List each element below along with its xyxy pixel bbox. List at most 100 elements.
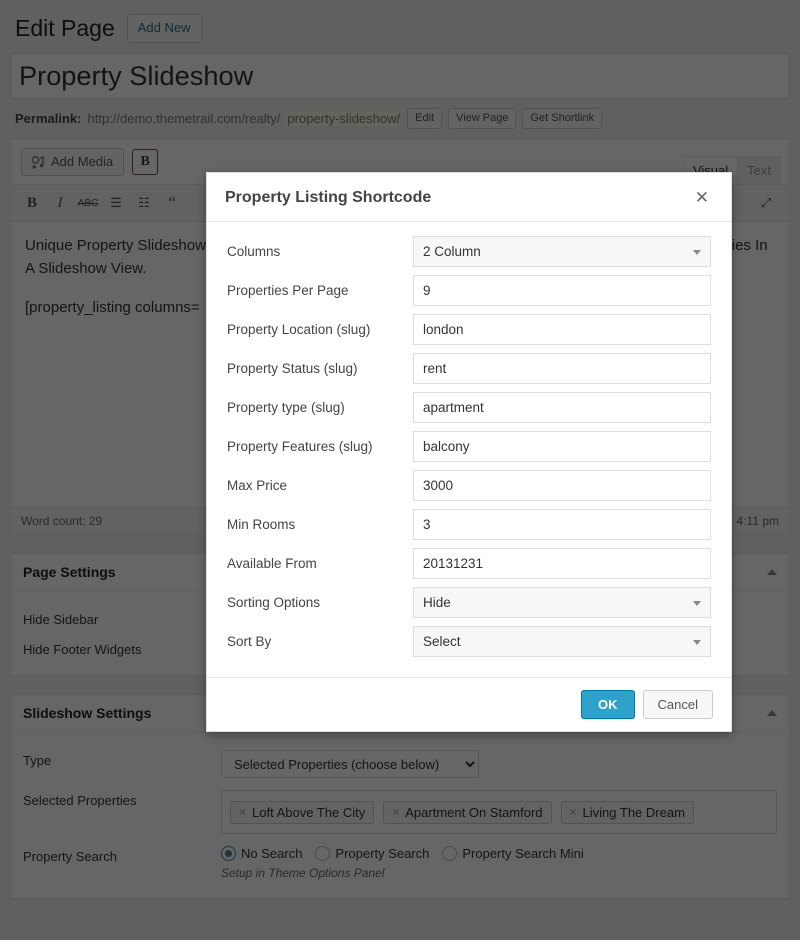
sort-by-label: Sort By [227,634,272,649]
slideshow-settings-body: Type Selected Properties (choose below) … [11,732,789,898]
sort-by-select[interactable]: Select [413,626,711,657]
radio-label: Property Search Mini [462,846,584,862]
radio-label: No Search [241,846,303,862]
edit-permalink-button[interactable]: Edit [407,108,443,130]
property-type-label: Property type (slug) [227,400,345,415]
add-media-label: Add Media [51,154,114,170]
hide-sidebar-label: Hide Sidebar [23,612,99,628]
type-label: Type [23,753,52,769]
selected-properties-label: Selected Properties [23,793,137,809]
field-row-property-search: Property Search No Search Property Searc… [23,840,777,886]
field-row-available-from: Available From [227,548,711,579]
radio-dot-icon[interactable] [315,846,331,862]
list-item[interactable]: × Loft Above The City [230,800,375,824]
last-edited-time: 4:11 pm [736,514,779,529]
radio-property-search[interactable]: Property Search [315,846,430,862]
radio-label: Property Search [335,846,430,862]
chip-label: Apartment On Stamford [405,804,543,820]
columns-select[interactable]: 2 Column [413,236,711,267]
field-row-type: Type Selected Properties (choose below) [23,744,777,784]
property-type-input[interactable] [413,392,711,423]
strikethrough-button[interactable]: ABC [75,191,101,215]
ok-button[interactable]: OK [581,690,635,719]
fullscreen-icon[interactable]: ⤢ [753,191,779,215]
post-title-input[interactable] [10,53,790,100]
property-status-input[interactable] [413,353,711,384]
close-icon[interactable]: × [392,805,399,819]
bulleted-list-button[interactable]: ☰ [103,191,129,215]
blockquote-button[interactable]: “ [159,191,185,215]
cancel-button[interactable]: Cancel [642,690,713,719]
selected-properties-box[interactable]: × Loft Above The City × Apartment On Sta… [221,790,777,835]
property-search-radio-group: No Search Property Search Property Searc… [221,846,777,862]
chevron-up-icon[interactable] [767,710,777,717]
radio-property-search-mini[interactable]: Property Search Mini [442,846,584,862]
bootstrap-shortcodes-button[interactable]: B [132,149,159,176]
columns-value: 2 Column [423,244,481,259]
add-new-button[interactable]: Add New [126,14,202,43]
word-count: Word count: 29 [21,514,103,529]
property-features-label: Property Features (slug) [227,439,373,454]
close-icon[interactable]: ✕ [691,187,713,208]
min-rooms-input[interactable] [413,509,711,540]
field-row-property-type: Property type (slug) [227,392,711,423]
sort-by-value: Select [423,634,461,649]
type-select[interactable]: Selected Properties (choose below) [221,750,479,779]
dialog-header: Property Listing Shortcode ✕ [207,173,731,222]
close-icon[interactable]: × [239,805,246,819]
chip-label: Living The Dream [582,804,685,820]
get-shortlink-button[interactable]: Get Shortlink [522,108,603,130]
sorting-options-label: Sorting Options [227,595,321,610]
field-row-property-features: Property Features (slug) [227,431,711,462]
radio-dot-icon[interactable] [442,846,458,862]
max-price-label: Max Price [227,478,288,493]
chevron-up-icon[interactable] [767,569,777,576]
field-row-columns: Columns 2 Column [227,236,711,267]
permalink-row: Permalink: http://demo.themetrail.com/re… [10,99,790,135]
media-icon [30,154,46,170]
add-media-button[interactable]: Add Media [21,148,125,177]
bold-button[interactable]: B [19,191,45,215]
properties-per-page-label: Properties Per Page [227,283,349,298]
properties-per-page-input[interactable] [413,275,711,306]
property-listing-shortcode-dialog: Property Listing Shortcode ✕ Columns 2 C… [206,172,732,732]
page-settings-title: Page Settings [23,564,116,581]
field-row-properties-per-page: Properties Per Page [227,275,711,306]
permalink-label: Permalink: [15,111,82,127]
field-row-property-location: Property Location (slug) [227,314,711,345]
permalink-url: http://demo.themetrail.com/realty/ [87,111,281,127]
field-row-min-rooms: Min Rooms [227,509,711,540]
property-status-label: Property Status (slug) [227,361,358,376]
page-title: Edit Page [15,15,115,41]
tab-text[interactable]: Text [737,156,781,186]
list-item[interactable]: × Apartment On Stamford [383,800,552,824]
max-price-input[interactable] [413,470,711,501]
min-rooms-label: Min Rooms [227,517,296,532]
field-row-sorting-options: Sorting Options Hide [227,587,711,618]
numbered-list-button[interactable]: ☷ [131,191,157,215]
field-row-sort-by: Sort By Select [227,626,711,657]
radio-dot-icon[interactable] [221,846,236,862]
list-item[interactable]: × Living The Dream [560,800,694,824]
property-features-input[interactable] [413,431,711,462]
close-icon[interactable]: × [570,805,577,819]
chevron-down-icon [693,249,701,255]
italic-button[interactable]: I [47,191,73,215]
available-from-label: Available From [227,556,317,571]
view-page-button[interactable]: View Page [448,108,517,130]
chevron-down-icon [693,600,701,606]
property-search-hint: Setup in Theme Options Panel [221,866,385,881]
hide-footer-widgets-label: Hide Footer Widgets [23,642,142,658]
sorting-options-value: Hide [423,595,451,610]
page-title-row: Edit Page Add New [10,10,790,53]
field-row-property-status: Property Status (slug) [227,353,711,384]
property-location-input[interactable] [413,314,711,345]
permalink-slug: property-slideshow/ [286,111,402,127]
available-from-input[interactable] [413,548,711,579]
dialog-footer: OK Cancel [207,677,731,731]
chevron-down-icon [693,639,701,645]
sorting-options-select[interactable]: Hide [413,587,711,618]
slideshow-settings-title: Slideshow Settings [23,705,152,722]
dialog-title: Property Listing Shortcode [225,188,432,206]
radio-no-search[interactable]: No Search [221,846,303,862]
